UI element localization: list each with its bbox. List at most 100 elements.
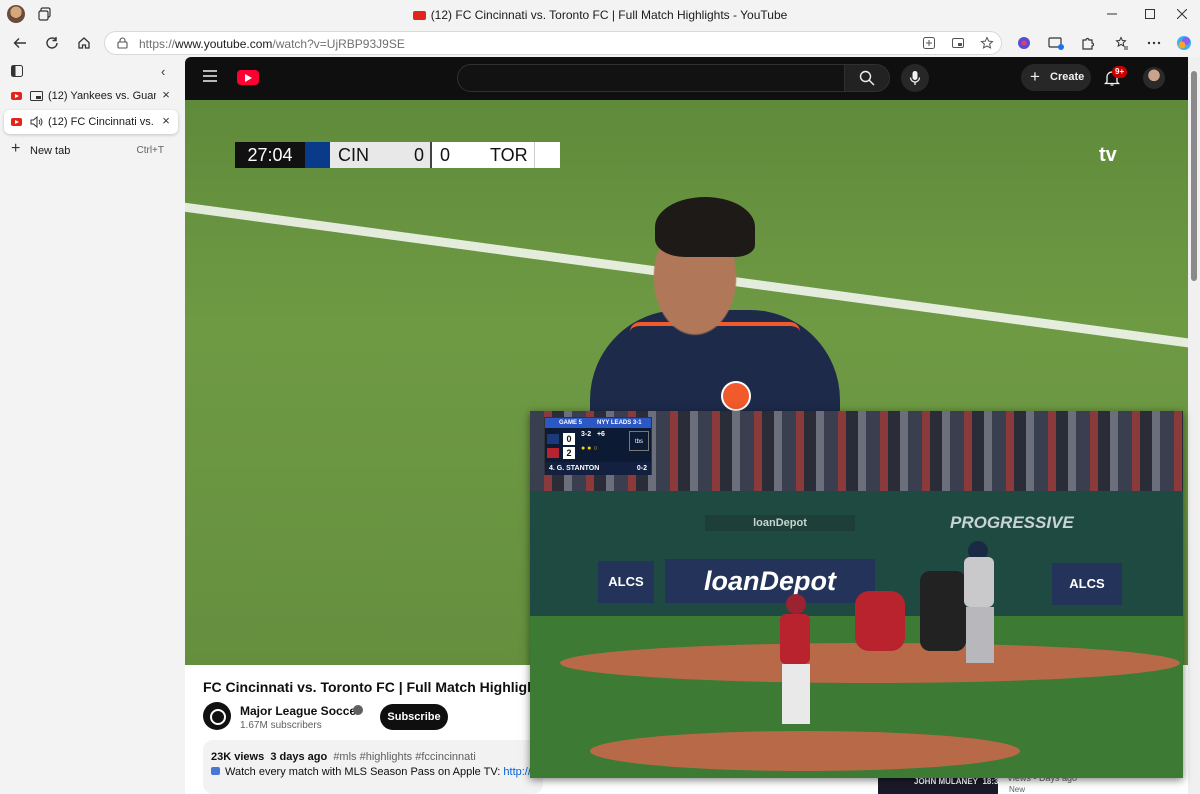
description-text: Watch every match with MLS Season Pass o… — [225, 766, 504, 778]
window-title: (12) FC Cincinnati vs. Toronto FC | Full… — [0, 8, 1200, 22]
home-team: CIN — [338, 145, 369, 165]
tab-actions-icon[interactable] — [38, 7, 52, 21]
home-score: 0 — [413, 145, 424, 165]
related-thumb-text: JOHN MULANEY 18:30 — [914, 777, 1003, 786]
guardians-logo-icon — [547, 448, 559, 458]
related-duration: 18:30 — [982, 777, 1003, 786]
upload-age: 3 days ago — [270, 751, 328, 763]
create-button[interactable]: + Create — [1021, 64, 1091, 91]
picture-in-picture-icon[interactable] — [951, 36, 967, 52]
close-window-button[interactable] — [1164, 0, 1200, 28]
pip-network-logo: tbs — [629, 431, 649, 451]
search-input[interactable] — [457, 64, 845, 92]
hamburger-menu-icon[interactable] — [202, 69, 218, 83]
user-avatar[interactable] — [1143, 67, 1165, 89]
channel-avatar[interactable] — [203, 702, 231, 730]
related-thumb-title: JOHN MULANEY — [914, 777, 979, 786]
pip-batter-name: 4. G. STANTON — [549, 465, 600, 472]
club-crest — [721, 381, 751, 411]
pip-alcs-right: ALCS — [1052, 563, 1122, 605]
pip-batter-bar: 4. G. STANTON 0-2 — [545, 462, 651, 475]
youtube-favicon-icon — [11, 118, 22, 126]
close-tab-icon[interactable]: × — [160, 114, 172, 127]
new-tab-button[interactable]: + New tab Ctrl+T — [4, 140, 178, 160]
page-scrollbar[interactable] — [1188, 57, 1200, 794]
extension-icon[interactable] — [1011, 30, 1037, 56]
related-new-badge: New — [1009, 785, 1026, 794]
scrollbar-thumb[interactable] — [1191, 71, 1197, 281]
pip-pitchers-mound — [590, 731, 1020, 771]
favorites-icon[interactable] — [1109, 30, 1135, 56]
copilot-icon[interactable] — [1171, 30, 1197, 56]
pip-ball-strike-count: 3-2 — [581, 431, 592, 438]
channel-name[interactable]: Major League Soccer — [240, 704, 361, 718]
yankees-logo-icon — [547, 434, 559, 444]
pip-team1-score: 0 — [563, 433, 575, 445]
away-team-block: 0 TOR — [430, 142, 534, 168]
description-box[interactable]: 23K views 3 days ago #mls #highlights #f… — [203, 740, 558, 794]
home-button[interactable] — [71, 30, 97, 56]
hashtags[interactable]: #mls #highlights #fccincinnati — [333, 751, 475, 763]
youtube-favicon-icon — [412, 11, 426, 20]
description-line: Watch every match with MLS Season Pass o… — [211, 766, 558, 778]
pip-team-guardians: 2 — [547, 446, 607, 460]
video-title: FC Cincinnati vs. Toronto FC | Full Matc… — [203, 679, 549, 695]
picture-in-picture-icon[interactable] — [30, 90, 43, 102]
home-team-block: CIN 0 — [330, 142, 430, 168]
profile-avatar[interactable] — [7, 5, 25, 23]
minimize-button[interactable] — [1094, 0, 1130, 28]
url-text[interactable]: https://www.youtube.com/watch?v=UjRBP93J… — [139, 37, 405, 51]
tv-icon — [211, 767, 220, 775]
title-bar: (12) FC Cincinnati vs. Toronto FC | Full… — [0, 0, 1200, 28]
vertical-tabs-sidebar: ‹ (12) Yankees vs. Guardians A × (12) FC… — [0, 58, 184, 794]
collapse-sidebar-icon[interactable]: ‹ — [161, 64, 165, 79]
youtube-masthead: + Create 9+ — [185, 57, 1188, 100]
picture-in-picture-window[interactable]: loanDepot PROGRESSIVE ALCS loanDepot ALC… — [530, 411, 1183, 778]
subscriber-count: 1.67M subscribers — [240, 720, 322, 731]
pip-pitcher — [776, 594, 816, 734]
pip-scorebug-header: GAME 5 NYY LEADS 3-1 — [545, 418, 651, 428]
tab-cincinnati-toronto[interactable]: (12) FC Cincinnati vs. Toronto × — [4, 110, 178, 134]
address-bar[interactable]: https://www.youtube.com/watch?v=UjRBP93J… — [104, 31, 1002, 55]
pip-batter — [960, 541, 1000, 663]
away-team: TOR — [490, 145, 528, 165]
pip-upper-banner: loanDepot — [705, 515, 855, 531]
view-count: 23K views — [211, 751, 265, 763]
player-hair — [655, 197, 755, 257]
subscribe-button[interactable]: Subscribe — [380, 704, 448, 730]
app-available-icon[interactable] — [922, 36, 938, 52]
refresh-button[interactable] — [39, 30, 65, 56]
apple-tv-text: tv — [1099, 144, 1117, 166]
extensions-puzzle-icon[interactable] — [1075, 30, 1101, 56]
search-button[interactable] — [844, 64, 890, 92]
notification-badge: 9+ — [1112, 66, 1128, 78]
sidebar-toggle-icon[interactable] — [11, 65, 23, 80]
close-tab-icon[interactable]: × — [160, 88, 172, 101]
youtube-logo[interactable] — [237, 70, 259, 85]
scorebug-end — [534, 142, 560, 168]
pip-pitch-delta: +6 — [596, 431, 605, 438]
speaker-icon[interactable] — [30, 115, 43, 129]
match-scorebug: 27:04 CIN 0 0 TOR — [235, 142, 560, 168]
verified-check-icon — [353, 705, 363, 715]
tab-label: (12) FC Cincinnati vs. Toronto — [48, 116, 156, 128]
pip-scorebug: GAME 5 NYY LEADS 3-1 0 2 3-2 +6 ● ● ○ tb… — [544, 417, 652, 475]
away-score: 0 — [440, 145, 451, 165]
lock-icon[interactable] — [117, 37, 128, 52]
pip-outs-indicator: ● ● ○ — [581, 445, 598, 452]
pip-alcs-left: ALCS — [598, 561, 654, 603]
voice-search-button[interactable] — [901, 64, 929, 92]
pip-game-number: GAME 5 — [559, 420, 583, 426]
back-button[interactable] — [7, 30, 33, 56]
pip-progressive-sign: PROGRESSIVE — [950, 513, 1074, 532]
apple-tv-logo: tv — [1099, 144, 1117, 167]
navigation-bar: https://www.youtube.com/watch?v=UjRBP93J… — [0, 28, 1200, 58]
favorite-star-icon[interactable] — [980, 36, 996, 52]
tab-yankees-guardians[interactable]: (12) Yankees vs. Guardians A × — [4, 84, 178, 108]
pip-ad-board: loanDepot — [665, 559, 875, 603]
match-clock: 27:04 — [235, 142, 305, 168]
cast-icon[interactable] — [1043, 30, 1069, 56]
pip-count: 3-2 +6 — [581, 431, 605, 438]
maximize-button[interactable] — [1132, 0, 1168, 28]
more-menu-icon[interactable] — [1141, 30, 1167, 56]
